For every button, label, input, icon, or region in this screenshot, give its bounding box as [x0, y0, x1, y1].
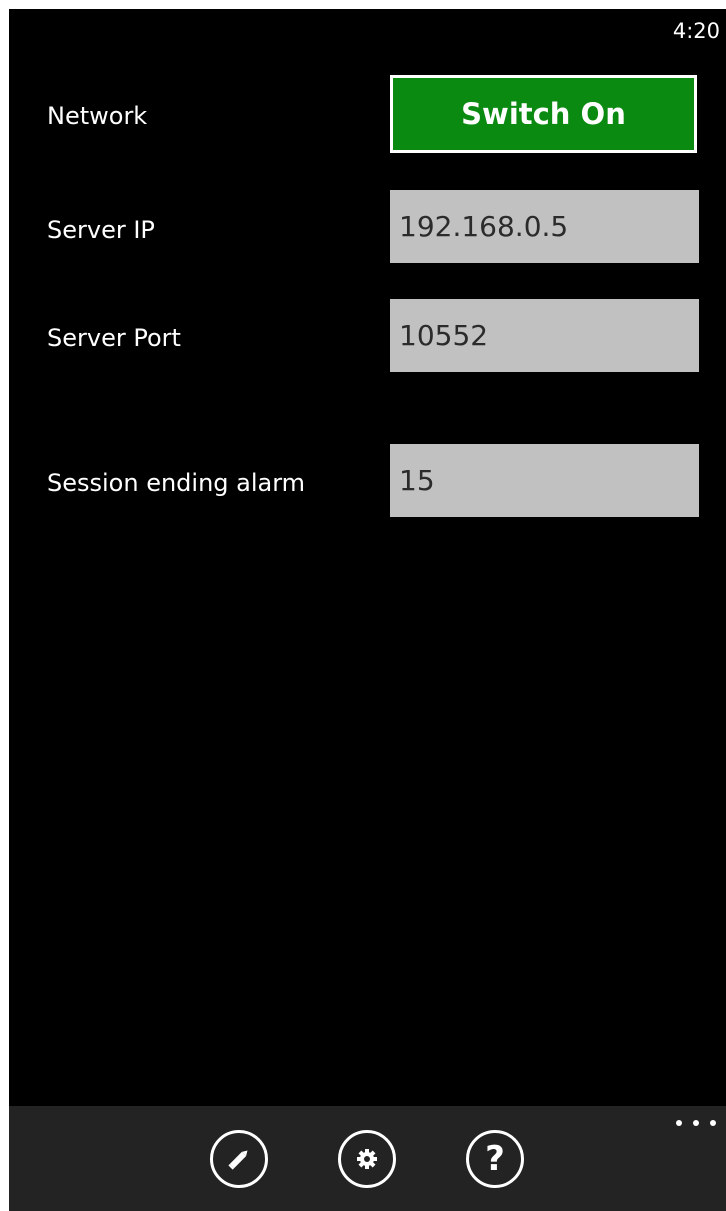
settings-screen: 4:20 Network Switch On Server IP Server …	[9, 9, 726, 1211]
more-icon[interactable]	[676, 1116, 716, 1130]
network-switch-label: Switch On	[461, 97, 626, 131]
server-port-label: Server Port	[47, 324, 181, 352]
session-alarm-label: Session ending alarm	[47, 469, 306, 497]
server-ip-field[interactable]	[390, 190, 699, 263]
settings-button[interactable]	[338, 1130, 396, 1188]
server-port-field[interactable]	[390, 299, 699, 372]
pencil-icon	[228, 1150, 248, 1170]
network-label: Network	[47, 102, 148, 130]
status-time: 4:20	[672, 19, 720, 43]
network-switch-button[interactable]: Switch On	[390, 75, 697, 153]
app-bar: ?	[9, 1106, 726, 1211]
help-button[interactable]: ?	[466, 1130, 524, 1188]
question-icon: ?	[485, 1139, 505, 1179]
session-alarm-field[interactable]	[390, 444, 699, 517]
server-ip-label: Server IP	[47, 216, 155, 244]
gear-icon	[357, 1149, 377, 1169]
edit-button[interactable]	[210, 1130, 268, 1188]
